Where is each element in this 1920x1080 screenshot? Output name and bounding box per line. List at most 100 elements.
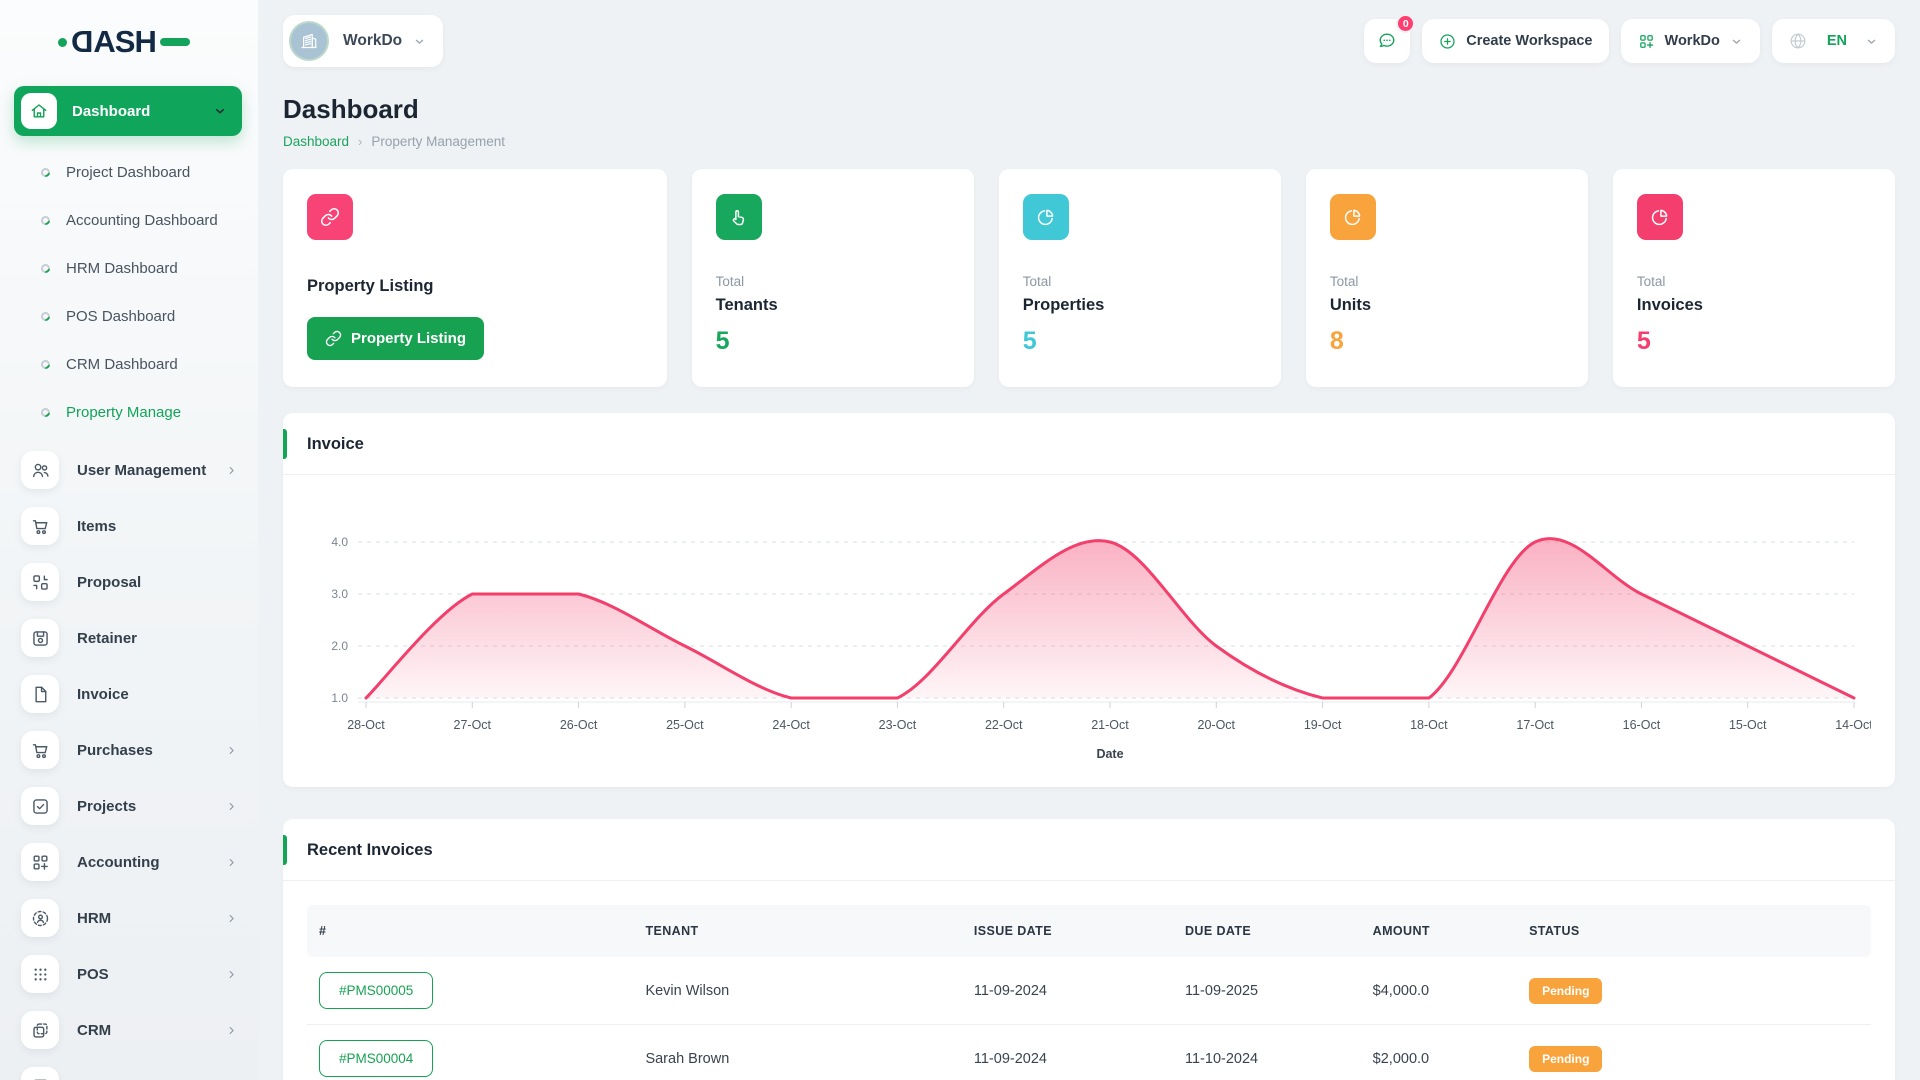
property-listing-button[interactable]: Property Listing [307,317,484,360]
tenant-cell: Sarah Brown [635,1025,963,1080]
stat-label: Tenants [716,296,950,315]
stat-label: Units [1330,296,1564,315]
sidebar-item-label: CRM [77,1022,225,1039]
home-icon [21,93,57,129]
status-badge: Pending [1529,978,1602,1004]
sidebar-item-label: Retainer [77,630,238,647]
svg-text:1.0: 1.0 [331,691,348,705]
svg-text:21-Oct: 21-Oct [1091,718,1129,732]
sidebar-item-crm[interactable]: CRM [0,1002,258,1058]
stat-cards-row: Property Listing Property Listing Total … [283,169,1895,387]
svg-text:2.0: 2.0 [331,639,348,653]
brand-logo[interactable]: DASH [58,24,258,60]
sidebar-item-hrm[interactable]: HRM [0,890,258,946]
page-title: Dashboard [283,94,1895,125]
app-root: DASH Dashboard Project Dashboard Account… [0,0,1920,1080]
create-workspace-label: Create Workspace [1466,33,1592,49]
sidebar-subitem-property-manage[interactable]: Property Manage [0,388,258,436]
sidebar-subitem-label: POS Dashboard [66,308,175,325]
bullet-icon [39,262,52,275]
svg-text:26-Oct: 26-Oct [560,718,598,732]
stat-card-tenants: Total Tenants 5 [692,169,974,387]
svg-text:23-Oct: 23-Oct [879,718,917,732]
svg-text:22-Oct: 22-Oct [985,718,1023,732]
link-icon [307,194,353,240]
sidebar-item-accounting[interactable]: Accounting [0,834,258,890]
bullet-icon [39,406,52,419]
sidebar-subitem-project-dashboard[interactable]: Project Dashboard [0,148,258,196]
top-bar: WorkDo 0 Create Workspace WorkDo [283,0,1895,72]
sidebar-item-user-management[interactable]: User Management [0,442,258,498]
sidebar-item-retainer[interactable]: Retainer [0,610,258,666]
invoice-id-link[interactable]: #PMS00004 [319,1040,433,1077]
sidebar-item-pos[interactable]: POS [0,946,258,1002]
grid-plus-icon [1637,32,1656,51]
svg-text:15-Oct: 15-Oct [1729,718,1767,732]
invoice-chart-panel: Invoice 1.02.03.04.028-Oct27-Oct26-Oct25… [283,413,1895,787]
sidebar-item-invoice[interactable]: Invoice [0,666,258,722]
stat-card-units: Total Units 8 [1306,169,1588,387]
chat-icon [1376,30,1398,52]
messages-badge: 0 [1396,14,1415,33]
breadcrumb-home-link[interactable]: Dashboard [283,134,349,149]
stat-label: Invoices [1637,296,1871,315]
breadcrumb: Dashboard › Property Management [283,134,1895,149]
due-date-cell: 11-10-2024 [1175,1025,1363,1080]
column-header-status: STATUS [1519,905,1871,957]
sidebar-item-label: Projects [77,798,225,815]
svg-text:3.0: 3.0 [331,587,348,601]
chevron-right-icon [225,744,238,757]
stat-value: 5 [1023,327,1257,356]
cart-icon [21,731,59,769]
workspace-selector[interactable]: WorkDo [283,15,443,67]
status-badge: Pending [1529,1046,1602,1072]
svg-text:19-Oct: 19-Oct [1304,718,1342,732]
sidebar: DASH Dashboard Project Dashboard Account… [0,0,258,1080]
sidebar-item-purchases[interactable]: Purchases [0,722,258,778]
sidebar-item-projects[interactable]: Projects [0,778,258,834]
sidebar-item-label: HRM [77,910,225,927]
app-menu-button[interactable]: WorkDo [1621,19,1760,63]
sidebar-item-label: Accounting [77,854,225,871]
property-listing-button-label: Property Listing [351,330,466,347]
amount-cell: $4,000.0 [1363,957,1519,1025]
invoice-panel-title: Invoice [307,435,364,453]
sidebar-item-label: User Management [77,462,225,479]
sidebar-item-property-manage[interactable]: Property Manage [0,1058,258,1080]
invoice-chart-area: 1.02.03.04.028-Oct27-Oct26-Oct25-Oct24-O… [283,475,1895,787]
stat-prefix: Total [1023,274,1257,289]
sidebar-subitem-hrm-dashboard[interactable]: HRM Dashboard [0,244,258,292]
language-selector[interactable]: EN [1772,19,1895,63]
recent-invoices-title: Recent Invoices [307,841,433,859]
messages-button[interactable]: 0 [1364,19,1410,63]
sidebar-item-proposal[interactable]: Proposal [0,554,258,610]
breadcrumb-current: Property Management [371,134,505,149]
pos-icon [21,955,59,993]
due-date-cell: 11-09-2025 [1175,957,1363,1025]
sidebar-item-label: Dashboard [72,103,212,120]
sidebar-subitem-label: CRM Dashboard [66,356,178,373]
recent-invoices-table-wrap: #TENANTISSUE DATEDUE DATEAMOUNTSTATUS #P… [283,881,1895,1080]
chevron-right-icon [225,464,238,477]
stat-label: Properties [1023,296,1257,315]
recent-invoices-header: Recent Invoices [283,819,1895,881]
sidebar-item-label: POS [77,966,225,983]
sidebar-item-dashboard[interactable]: Dashboard [14,86,242,136]
panel-accent-bar [283,429,287,459]
sidebar-subitem-crm-dashboard[interactable]: CRM Dashboard [0,340,258,388]
sidebar-subitem-accounting-dashboard[interactable]: Accounting Dashboard [0,196,258,244]
sidebar-item-label: Invoice [77,686,238,703]
table-row: #PMS00005 Kevin Wilson 11-09-2024 11-09-… [307,957,1871,1025]
sidebar-item-items[interactable]: Items [0,498,258,554]
sidebar-subitem-pos-dashboard[interactable]: POS Dashboard [0,292,258,340]
column-header-due-date: DUE DATE [1175,905,1363,957]
chevron-down-icon [212,103,228,119]
recent-invoices-table: #TENANTISSUE DATEDUE DATEAMOUNTSTATUS #P… [307,905,1871,1080]
stat-card-properties: Total Properties 5 [999,169,1281,387]
property-listing-title: Property Listing [307,277,643,296]
proposal-icon [21,563,59,601]
create-workspace-button[interactable]: Create Workspace [1422,19,1608,63]
invoice-id-link[interactable]: #PMS00005 [319,972,433,1009]
sidebar-subitem-label: Project Dashboard [66,164,190,181]
chevron-right-icon [225,800,238,813]
